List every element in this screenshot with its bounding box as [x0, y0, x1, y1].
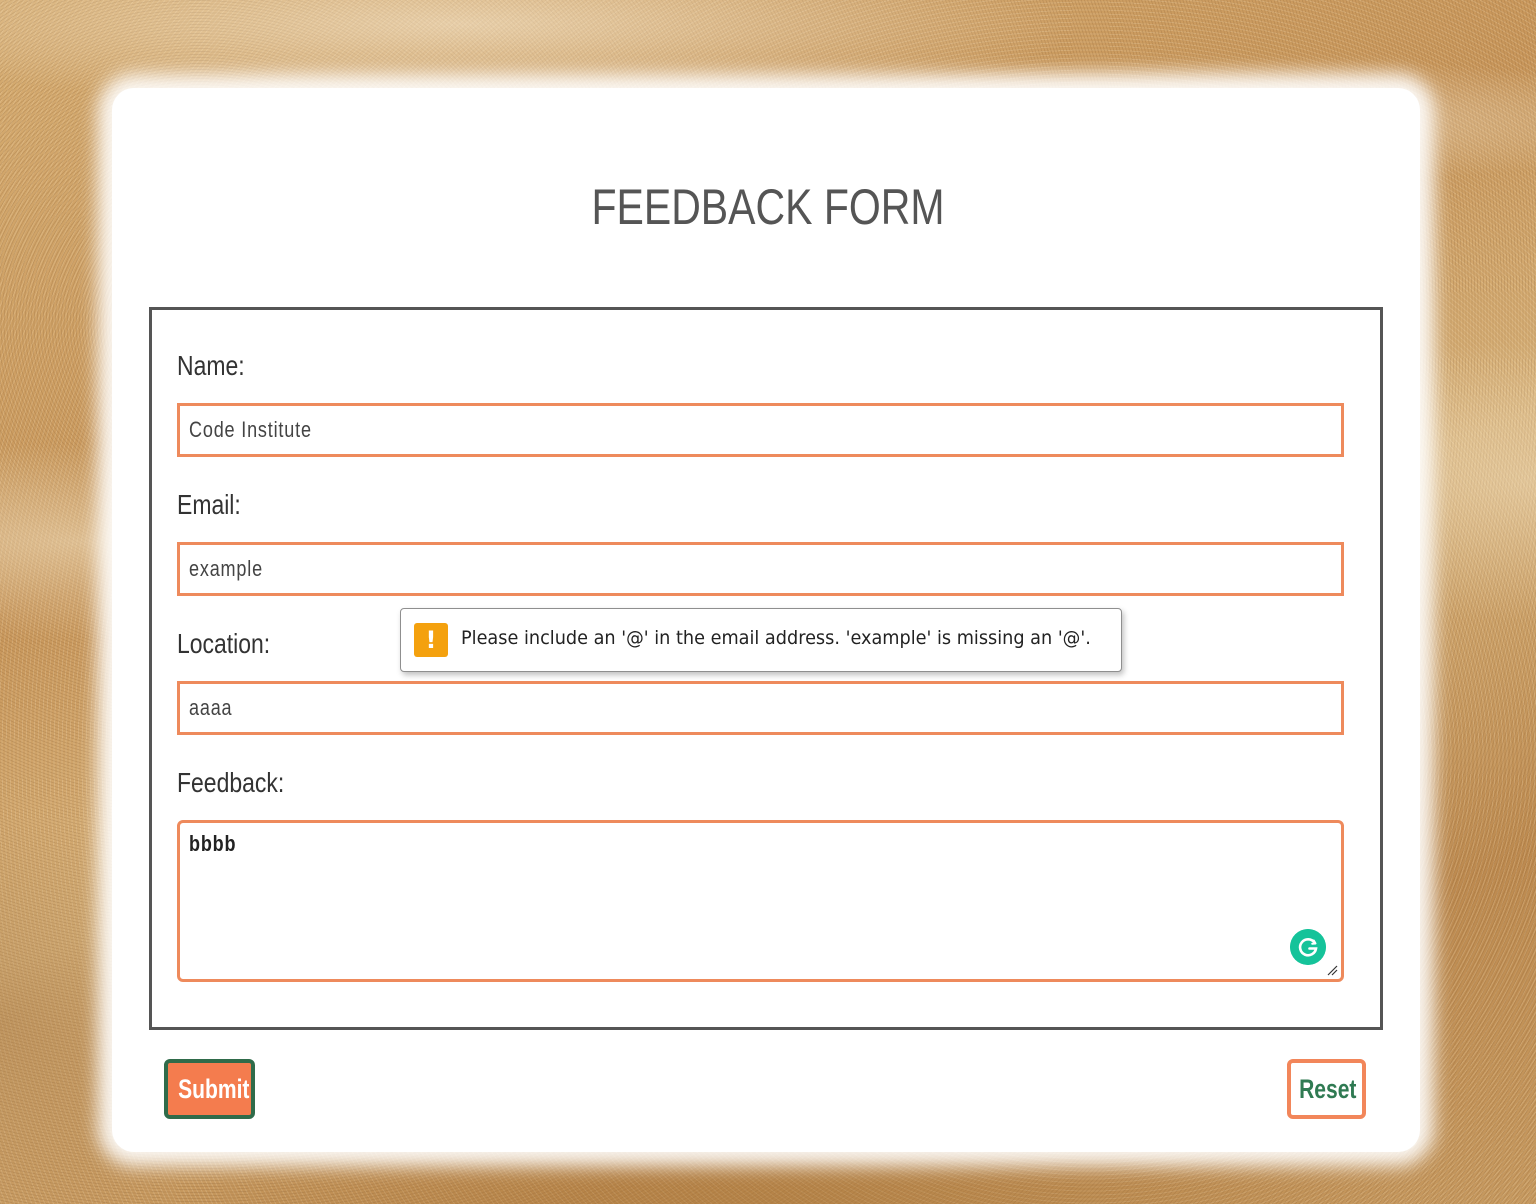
validation-message: Please include an '@' in the email addre… — [461, 627, 1091, 649]
name-label: Name: — [177, 350, 245, 381]
warning-icon: ! — [414, 623, 448, 657]
submit-button[interactable]: Submit — [164, 1059, 255, 1119]
resize-handle-icon[interactable] — [1326, 964, 1338, 976]
email-input[interactable]: example — [177, 542, 1344, 596]
reset-button[interactable]: Reset — [1287, 1059, 1366, 1119]
email-input-value: example — [189, 556, 263, 581]
name-input-value: Code Institute — [189, 417, 312, 442]
grammarly-icon[interactable] — [1290, 929, 1326, 965]
email-label: Email: — [177, 489, 241, 520]
feedback-label: Feedback: — [177, 767, 285, 798]
name-input[interactable]: Code Institute — [177, 403, 1344, 457]
reset-button-label: Reset — [1299, 1074, 1357, 1104]
feedback-textarea-value: bbbb — [189, 831, 237, 856]
location-input[interactable]: aaaa — [177, 681, 1344, 735]
page-title: FEEDBACK FORM — [591, 179, 945, 235]
location-label: Location: — [177, 628, 271, 659]
submit-button-label: Submit — [178, 1074, 250, 1104]
feedback-textarea[interactable]: bbbb — [177, 820, 1344, 982]
location-input-value: aaaa — [189, 695, 233, 720]
